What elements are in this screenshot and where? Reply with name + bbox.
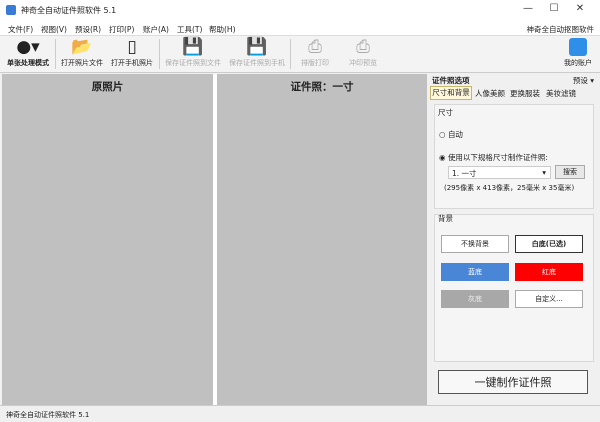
original-photo-label: 原照片 xyxy=(91,81,124,93)
close-button[interactable]: ✕ xyxy=(572,3,588,14)
splitter[interactable] xyxy=(213,74,217,405)
menu-view[interactable]: 视图(V) xyxy=(41,24,67,35)
toolbar: ●▾ 单张处理模式 📂 打开照片文件 ▯ 打开手机照片 💾 保存证件照到文件 💾 保存证件… xyxy=(0,36,600,73)
red-background-button[interactable]: 红底 xyxy=(515,263,583,281)
tab-clothes[interactable]: 更换服装 xyxy=(510,88,540,99)
use-spec-radio[interactable]: ◉ 使用以下规格尺寸制作证件照: xyxy=(439,152,548,163)
status-bar: 神奇全自动证件照软件 5.1 xyxy=(0,405,600,422)
menu-help[interactable]: 帮助(H) xyxy=(209,24,236,35)
menu-tools[interactable]: 工具(T) xyxy=(177,24,202,35)
open-phone-button[interactable]: ▯ 打开手机照片 xyxy=(107,36,157,73)
window-title: 神奇全自动证件照软件 5.1 xyxy=(21,6,117,15)
options-panel: 证件照选项 预设 ▾ 尺寸和背景 人像美颜 更换服装 美妆滤镜 尺寸 ○ 自动 … xyxy=(428,74,598,405)
layout-print-button[interactable]: ⎙ 排版打印 xyxy=(295,36,335,73)
search-button[interactable]: 搜索 xyxy=(555,165,585,179)
blue-background-button[interactable]: 蓝底 xyxy=(441,263,509,281)
id-photo-label: 证件照：一寸 xyxy=(290,81,354,93)
save-icon: 💾 xyxy=(182,37,204,57)
maximize-button[interactable]: ☐ xyxy=(546,3,562,14)
preview-icon: ⎙ xyxy=(356,37,370,57)
save-phone-icon: 💾 xyxy=(246,37,268,57)
printer-icon: ⎙ xyxy=(308,37,322,57)
tab-size-background[interactable]: 尺寸和背景 xyxy=(430,86,472,100)
minimize-button[interactable]: — xyxy=(520,3,536,14)
menu-file[interactable]: 文件(F) xyxy=(8,24,33,35)
status-text: 神奇全自动证件照软件 5.1 xyxy=(6,411,90,419)
white-background-button[interactable]: 白底(已选) xyxy=(515,235,583,253)
options-title: 证件照选项 xyxy=(432,76,470,85)
menu-preset[interactable]: 预设(R) xyxy=(75,24,101,35)
menu-account[interactable]: 账户(A) xyxy=(143,24,169,35)
menu-print[interactable]: 打印(P) xyxy=(109,24,134,35)
make-id-photo-button[interactable]: 一键制作证件照 xyxy=(438,370,588,394)
separator xyxy=(290,39,291,69)
avatar xyxy=(560,36,596,58)
save-to-file-button[interactable]: 💾 保存证件照到文件 xyxy=(162,36,224,73)
print-preview-button[interactable]: ⎙ 冲印预览 xyxy=(343,36,383,73)
tab-beauty[interactable]: 人像美颜 xyxy=(475,88,505,99)
radio-checked-icon: ◉ xyxy=(439,153,446,162)
dropdown-arrow-icon: ▾ xyxy=(542,168,546,177)
save-to-phone-button[interactable]: 💾 保存证件照到手机 xyxy=(226,36,288,73)
custom-background-button[interactable]: 自定义... xyxy=(515,290,583,308)
menu-bar: 文件(F) 视图(V) 预设(R) 打印(P) 账户(A) 工具(T) 帮助(H… xyxy=(0,20,600,36)
phone-icon: ▯ xyxy=(127,37,137,57)
tab-filter[interactable]: 美妆滤镜 xyxy=(546,88,576,99)
open-photo-button[interactable]: 📂 打开照片文件 xyxy=(58,36,106,73)
gray-background-button[interactable]: 灰底 xyxy=(441,290,509,308)
matting-software-link[interactable]: 神奇全自动抠图软件 xyxy=(527,24,595,35)
my-account-button[interactable]: 我的账户 xyxy=(560,36,596,73)
folder-icon: 📂 xyxy=(71,37,93,57)
no-change-background-button[interactable]: 不换背景 xyxy=(441,235,509,253)
separator xyxy=(55,39,56,69)
auto-radio[interactable]: ○ 自动 xyxy=(439,129,463,140)
size-info: (295像素 x 413像素，25毫米 x 35毫米) xyxy=(444,184,575,192)
title-bar: 神奇全自动证件照软件 5.1 — ☐ ✕ xyxy=(0,0,600,20)
app-icon xyxy=(6,5,16,15)
size-label: 尺寸 xyxy=(438,108,453,117)
radio-unchecked-icon: ○ xyxy=(439,130,446,139)
single-mode-button[interactable]: ●▾ 单张处理模式 xyxy=(4,36,52,73)
size-select[interactable]: 1. 一寸 ▾ xyxy=(448,166,551,179)
separator xyxy=(159,39,160,69)
person-icon: ●▾ xyxy=(16,37,40,57)
background-label: 背景 xyxy=(438,214,453,223)
preset-dropdown[interactable]: 预设 ▾ xyxy=(573,75,594,86)
